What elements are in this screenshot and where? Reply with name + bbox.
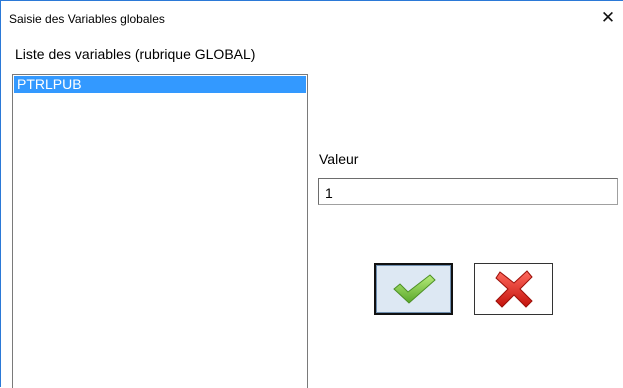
ok-button[interactable]: [374, 263, 453, 315]
close-button[interactable]: ✕: [596, 7, 620, 29]
close-icon: ✕: [600, 8, 616, 27]
cancel-button[interactable]: [474, 263, 553, 315]
red-x-icon: [494, 270, 533, 308]
window-title: Saisie des Variables globales: [9, 12, 165, 26]
list-item[interactable]: PTRLPUB: [14, 76, 306, 93]
variable-list[interactable]: PTRLPUB: [12, 74, 308, 388]
value-input[interactable]: [318, 178, 618, 205]
checkmark-icon: [392, 274, 436, 304]
value-label: Valeur: [319, 151, 359, 167]
dialog-window: Saisie des Variables globales ✕ Liste de…: [0, 0, 623, 388]
title-bar[interactable]: Saisie des Variables globales ✕: [1, 1, 623, 35]
variable-list-label: Liste des variables (rubrique GLOBAL): [15, 46, 256, 62]
